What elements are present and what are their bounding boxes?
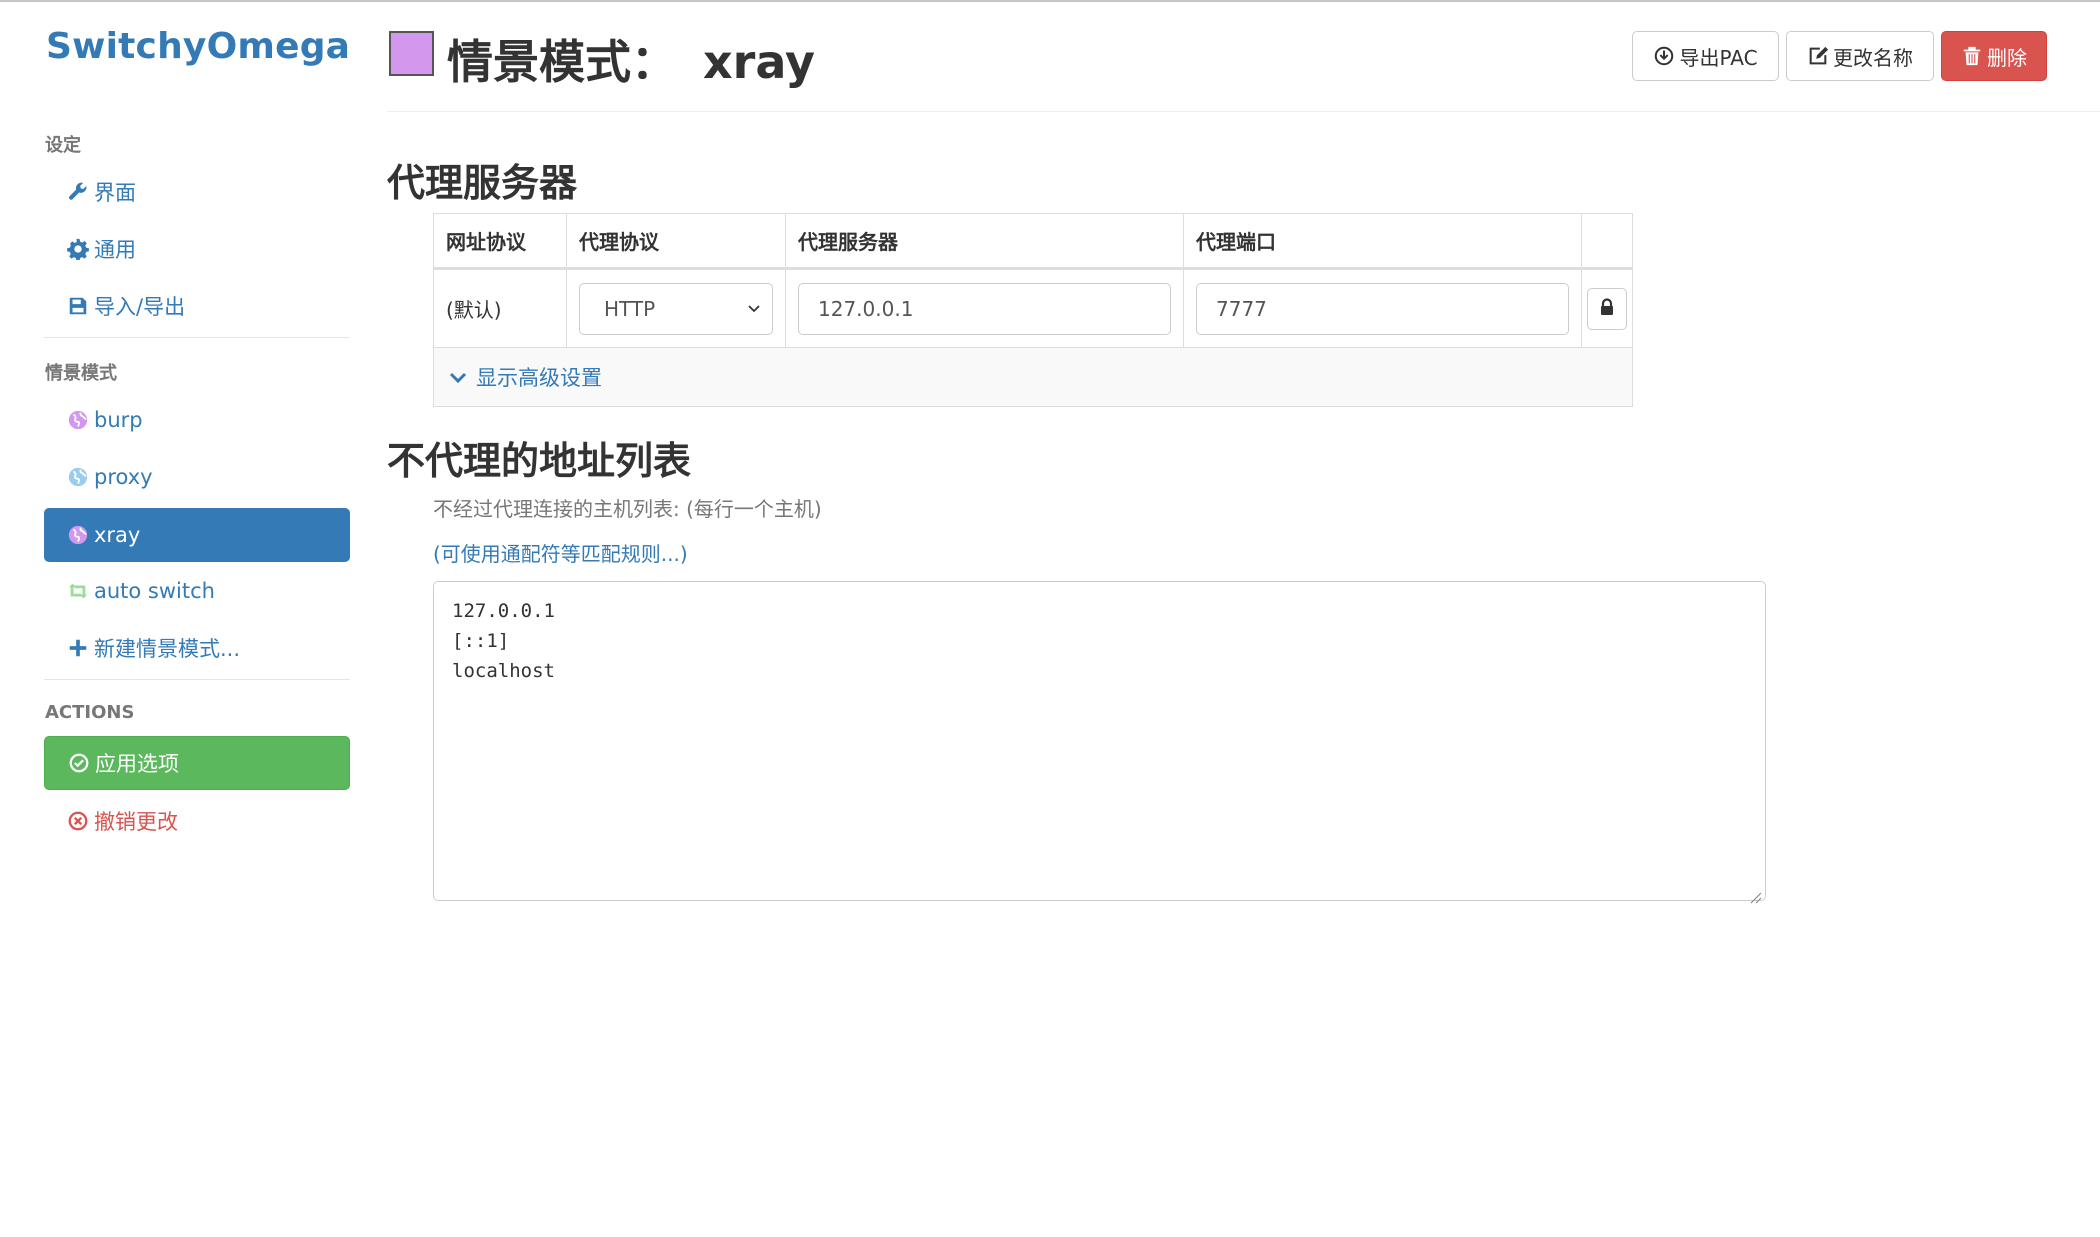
port-cell: 7777	[1184, 270, 1582, 347]
bypass-line: localhost	[452, 660, 555, 682]
page-title: 情景模式： xray	[447, 26, 815, 92]
proxy-protocol-select[interactable]: HTTP	[579, 282, 773, 335]
rename-button[interactable]: 更改名称	[1786, 31, 1934, 81]
wildcard-rules-link[interactable]: (可使用通配符等匹配规则...)	[433, 538, 688, 567]
sidebar-item-new-profile[interactable]: 新建情景模式...	[44, 621, 350, 675]
page-header: 情景模式： xray 导出PAC 更改名称 删除	[387, 0, 2100, 112]
sidebar-item-label: 界面	[94, 181, 136, 205]
lock-cell	[1582, 270, 1632, 347]
column-header-protocol: 代理协议	[567, 214, 786, 267]
bypass-list-title: 不代理的地址列表	[387, 439, 692, 483]
column-header-lock	[1582, 214, 1632, 267]
scheme-cell: (默认)	[434, 270, 567, 347]
sidebar-item-auto-switch[interactable]: auto switch	[44, 564, 350, 618]
profile-color-swatch[interactable]	[389, 31, 434, 76]
export-pac-button[interactable]: 导出PAC	[1632, 31, 1779, 81]
profiles-header: 情景模式	[45, 363, 117, 384]
bypass-help-text: 不经过代理连接的主机列表: (每行一个主机)	[433, 497, 822, 521]
sidebar-item-xray[interactable]: xray	[44, 508, 350, 562]
export-pac-label: 导出PAC	[1679, 45, 1758, 70]
apply-options-label: 应用选项	[95, 752, 179, 776]
retweet-icon	[66, 579, 90, 603]
sidebar-item-interface[interactable]: 界面	[44, 165, 350, 219]
proxy-servers-title: 代理服务器	[387, 161, 578, 205]
proxy-server-input[interactable]: 127.0.0.1	[798, 282, 1171, 335]
bypass-list-textarea[interactable]: 127.0.0.1 [::1] localhost	[433, 581, 1766, 904]
sidebar-item-import-export[interactable]: 导入/导出	[44, 279, 350, 333]
sidebar-item-label: xray	[94, 523, 141, 547]
apply-options-button[interactable]: 应用选项	[44, 736, 350, 790]
sidebar-item-label: 新建情景模式...	[94, 637, 241, 661]
advanced-settings-toggle[interactable]: 显示高级设置	[434, 348, 1632, 406]
brand-title[interactable]: SwitchyOmega	[46, 26, 350, 67]
discard-changes-label: 撤销更改	[94, 810, 178, 834]
plus-icon	[66, 636, 90, 660]
globe-icon	[66, 465, 90, 489]
chevron-down-icon	[746, 297, 762, 321]
globe-icon	[66, 408, 90, 432]
floppy-disk-icon	[66, 294, 90, 318]
discard-changes-button[interactable]: 撤销更改	[44, 794, 350, 848]
column-header-scheme: 网址协议	[434, 214, 567, 267]
proxy-port-input[interactable]: 7777	[1196, 282, 1569, 335]
table-row: (默认) HTTP 127.0.0.1 7777	[434, 270, 1632, 348]
sidebar-divider	[44, 337, 350, 338]
auth-lock-button[interactable]	[1587, 287, 1627, 330]
sidebar-item-label: proxy	[94, 465, 153, 489]
resize-grip-icon[interactable]	[1748, 883, 1762, 904]
rename-label: 更改名称	[1833, 45, 1913, 70]
lock-icon	[1598, 297, 1616, 321]
advanced-settings-label: 显示高级设置	[476, 366, 602, 390]
sidebar-divider	[44, 679, 350, 680]
protocol-cell: HTTP	[567, 270, 786, 347]
settings-header: 设定	[45, 135, 81, 156]
proxy-protocol-value: HTTP	[604, 296, 656, 321]
bypass-line: 127.0.0.1	[452, 600, 555, 622]
delete-label: 删除	[1987, 45, 2027, 70]
sidebar-item-label: 导入/导出	[94, 295, 186, 319]
gear-icon	[66, 237, 90, 261]
bypass-line: [::1]	[452, 630, 510, 652]
sidebar-item-label: auto switch	[94, 579, 215, 603]
page-title-prefix: 情景模式：	[447, 35, 677, 89]
column-header-port: 代理端口	[1184, 214, 1582, 267]
download-icon	[1653, 45, 1675, 67]
page-title-profile-name: xray	[703, 35, 815, 89]
sidebar-item-general[interactable]: 通用	[44, 222, 350, 276]
sidebar-item-proxy[interactable]: proxy	[44, 450, 350, 504]
sidebar-item-label: 通用	[94, 238, 136, 262]
table-header-row: 网址协议 代理协议 代理服务器 代理端口	[434, 214, 1632, 270]
sidebar-item-burp[interactable]: burp	[44, 393, 350, 447]
x-circle-icon	[66, 809, 90, 833]
delete-button[interactable]: 删除	[1941, 31, 2047, 81]
chevron-down-icon	[448, 367, 468, 387]
trash-icon	[1961, 45, 1983, 67]
sidebar-item-label: burp	[94, 408, 143, 432]
proxy-servers-table: 网址协议 代理协议 代理服务器 代理端口 (默认) HTTP 127.0.0.1…	[433, 213, 1633, 407]
globe-icon	[66, 523, 90, 547]
server-cell: 127.0.0.1	[786, 270, 1184, 347]
column-header-server: 代理服务器	[786, 214, 1184, 267]
edit-icon	[1807, 45, 1829, 67]
actions-header: ACTIONS	[45, 702, 135, 723]
wrench-icon	[66, 180, 90, 204]
check-circle-icon	[67, 751, 91, 775]
